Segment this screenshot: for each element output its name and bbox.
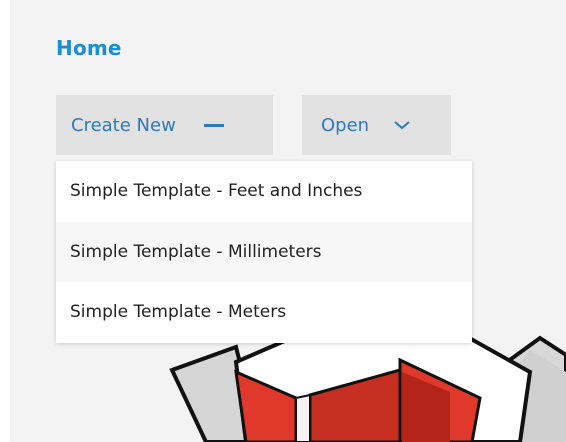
home-panel: Home Create New Open Simple Template - F… bbox=[10, 0, 566, 442]
create-new-label: Create New bbox=[71, 114, 176, 136]
window-edge bbox=[0, 0, 10, 442]
open-button[interactable]: Open bbox=[302, 95, 451, 155]
menu-item-feet-and-inches[interactable]: Simple Template - Feet and Inches bbox=[56, 161, 472, 222]
chevron-down-icon bbox=[394, 121, 410, 130]
create-new-dropdown-menu: Simple Template - Feet and Inches Simple… bbox=[56, 161, 472, 343]
menu-item-meters[interactable]: Simple Template - Meters bbox=[56, 282, 472, 343]
menu-item-millimeters[interactable]: Simple Template - Millimeters bbox=[56, 221, 472, 283]
page-title: Home bbox=[56, 36, 122, 60]
minus-icon bbox=[203, 123, 224, 127]
create-new-button[interactable]: Create New bbox=[56, 95, 273, 155]
open-label: Open bbox=[321, 114, 370, 136]
